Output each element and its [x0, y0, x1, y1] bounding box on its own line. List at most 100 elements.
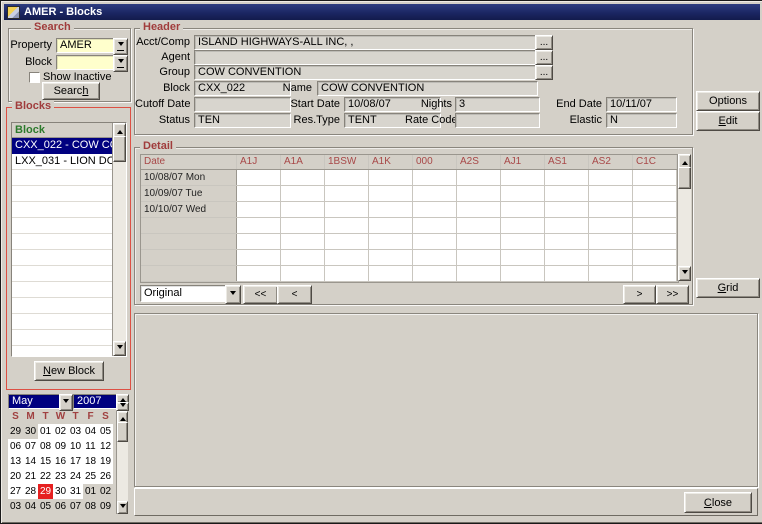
grid-cell[interactable] [237, 250, 281, 265]
grid-cell[interactable] [325, 170, 369, 185]
grid-cell[interactable] [369, 186, 413, 201]
grid-cell[interactable] [589, 266, 633, 281]
grid-cell[interactable] [369, 170, 413, 185]
property-field[interactable]: AMER [56, 38, 117, 53]
calendar-day[interactable]: 06 [53, 499, 68, 514]
calendar-month-select[interactable]: May [8, 394, 65, 409]
grid-button[interactable]: Grid [696, 278, 760, 298]
show-inactive-checkbox[interactable] [29, 72, 40, 83]
calendar-day[interactable]: 05 [98, 424, 113, 439]
table-row[interactable] [141, 218, 678, 234]
grid-cell[interactable] [325, 202, 369, 217]
grid-cell[interactable] [589, 218, 633, 233]
grid-cell[interactable] [325, 250, 369, 265]
grid-cell[interactable] [545, 250, 589, 265]
calendar-day[interactable]: 07 [23, 439, 38, 454]
calendar-day[interactable]: 13 [8, 454, 23, 469]
grid-cell[interactable] [325, 234, 369, 249]
status-field[interactable]: TEN [194, 113, 291, 128]
calendar-day[interactable]: 12 [98, 439, 113, 454]
grid-cell[interactable] [237, 202, 281, 217]
month-dropdown-button[interactable] [59, 394, 73, 411]
grid-cell[interactable] [325, 218, 369, 233]
grid-cell[interactable] [413, 234, 457, 249]
grid-cell[interactable] [501, 218, 545, 233]
grid-cell[interactable] [413, 250, 457, 265]
list-item[interactable] [12, 186, 113, 202]
grid-cell[interactable] [413, 186, 457, 201]
grid-cell[interactable] [281, 218, 325, 233]
calendar-day[interactable]: 04 [83, 424, 98, 439]
scroll-down-button[interactable] [117, 501, 128, 514]
calendar-day[interactable]: 08 [38, 439, 53, 454]
calendar-day[interactable]: 31 [68, 484, 83, 499]
grid-cell[interactable] [281, 186, 325, 201]
grid-cell[interactable] [413, 170, 457, 185]
grid-cell[interactable] [501, 202, 545, 217]
list-item[interactable] [12, 346, 113, 357]
grid-cell[interactable] [589, 170, 633, 185]
grid-cell[interactable] [457, 218, 501, 233]
nav-prev-button[interactable]: < [277, 285, 312, 304]
year-spin-down-button[interactable] [116, 402, 129, 411]
property-dropdown-button[interactable] [113, 38, 128, 55]
group-field[interactable]: COW CONVENTION [194, 65, 540, 80]
calendar-day[interactable]: 30 [53, 484, 68, 499]
list-item[interactable] [12, 314, 113, 330]
calendar-day[interactable]: 28 [23, 484, 38, 499]
edit-button[interactable]: Edit [696, 111, 760, 131]
table-row[interactable]: 10/08/07 Mon [141, 170, 678, 186]
calendar-day[interactable]: 22 [38, 469, 53, 484]
calendar-day[interactable]: 23 [53, 469, 68, 484]
calendar-day-selected[interactable]: 29 [38, 484, 53, 499]
calendar-day[interactable]: 26 [98, 469, 113, 484]
grid-cell[interactable] [369, 250, 413, 265]
grid-cell[interactable] [633, 234, 677, 249]
grid-cell[interactable] [633, 250, 677, 265]
calendar-day[interactable]: 19 [98, 454, 113, 469]
block-dropdown-button[interactable] [113, 55, 128, 72]
grid-cell[interactable] [325, 266, 369, 281]
name-field[interactable]: COW CONVENTION [317, 81, 538, 96]
calendar-day[interactable]: 25 [83, 469, 98, 484]
grid-cell[interactable] [457, 266, 501, 281]
cutoff-date-field[interactable] [194, 97, 291, 112]
list-item[interactable] [12, 282, 113, 298]
grid-cell[interactable] [633, 202, 677, 217]
grid-cell[interactable] [237, 170, 281, 185]
grid-cell[interactable] [281, 266, 325, 281]
grid-cell[interactable] [545, 266, 589, 281]
search-button[interactable]: Search [42, 82, 100, 100]
scrollbar-thumb[interactable] [117, 422, 128, 442]
calendar-day[interactable]: 16 [53, 454, 68, 469]
rate-code-field[interactable] [455, 113, 540, 128]
grid-cell[interactable] [545, 186, 589, 201]
view-select[interactable]: Original [140, 285, 230, 302]
calendar-day[interactable]: 17 [68, 454, 83, 469]
calendar-scrollbar[interactable] [116, 411, 128, 514]
end-date-field[interactable]: 10/11/07 [606, 97, 677, 112]
grid-cell[interactable] [589, 234, 633, 249]
nav-next-button[interactable]: > [623, 285, 656, 304]
grid-cell[interactable] [369, 218, 413, 233]
calendar-day[interactable]: 03 [68, 424, 83, 439]
calendar-day[interactable]: 14 [23, 454, 38, 469]
elastic-field[interactable]: N [606, 113, 677, 128]
calendar-day[interactable]: 04 [23, 499, 38, 514]
grid-cell[interactable] [589, 186, 633, 201]
calendar-day[interactable]: 06 [8, 439, 23, 454]
view-select-dropdown-button[interactable] [225, 285, 241, 304]
calendar-day[interactable]: 03 [8, 499, 23, 514]
grid-cell[interactable] [457, 234, 501, 249]
grid-cell[interactable] [589, 202, 633, 217]
agent-field[interactable] [194, 50, 540, 65]
table-row[interactable] [141, 266, 678, 282]
table-row[interactable]: 10/10/07 Wed [141, 202, 678, 218]
grid-cell[interactable] [633, 266, 677, 281]
grid-cell[interactable] [457, 186, 501, 201]
calendar-day[interactable]: 11 [83, 439, 98, 454]
grid-cell[interactable] [457, 170, 501, 185]
grid-cell[interactable] [325, 186, 369, 201]
grid-cell[interactable] [281, 170, 325, 185]
grid-cell[interactable] [369, 234, 413, 249]
